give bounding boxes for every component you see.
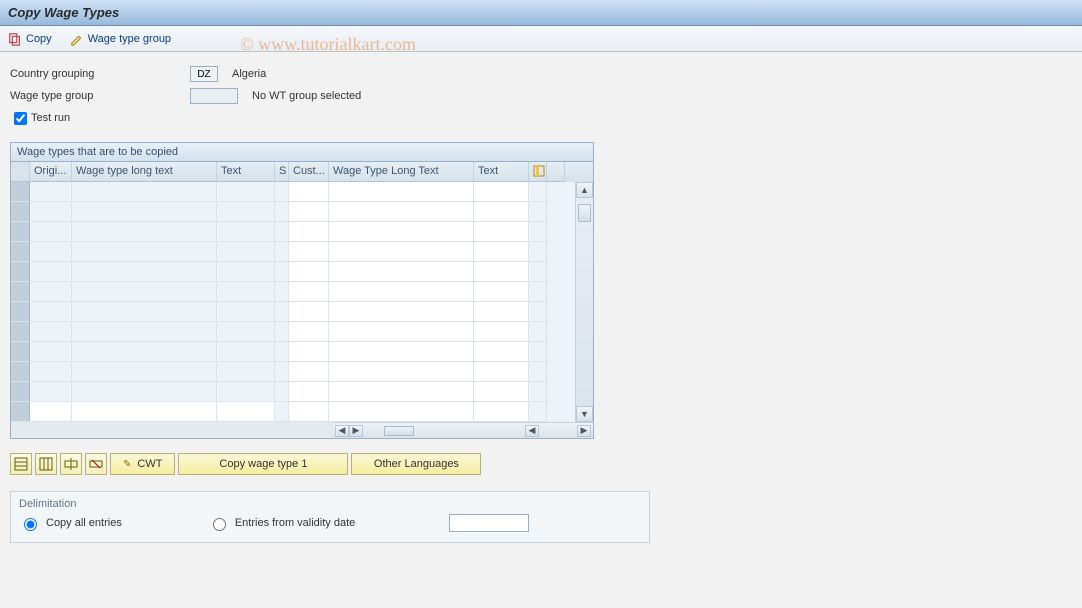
copy-label: Copy <box>26 33 52 45</box>
table-row[interactable] <box>11 222 575 242</box>
validity-date-input[interactable] <box>449 514 529 532</box>
hscroll-thumb[interactable] <box>384 426 414 436</box>
table-row[interactable] <box>11 282 575 302</box>
vertical-scrollbar[interactable]: ▲ ▼ <box>575 182 593 422</box>
col-config-icon[interactable] <box>529 162 547 182</box>
grid-header: Origi... Wage type long text Text S Cust… <box>11 162 593 182</box>
page-title: Copy Wage Types <box>8 5 119 20</box>
table-row[interactable] <box>11 382 575 402</box>
col-original[interactable]: Origi... <box>30 162 72 182</box>
vscroll-header-gap <box>547 162 565 182</box>
col-text2[interactable]: Text <box>474 162 529 182</box>
table-row[interactable] <box>11 262 575 282</box>
table-row[interactable] <box>11 302 575 322</box>
scroll-thumb[interactable] <box>578 204 591 222</box>
copy-all-label: Copy all entries <box>46 517 122 529</box>
entries-from-date-radio[interactable] <box>213 518 226 531</box>
table-row[interactable] <box>11 322 575 342</box>
application-toolbar: Copy Wage type group <box>0 26 1082 52</box>
grid-icon <box>14 457 28 471</box>
row-delete-icon <box>89 457 103 471</box>
entries-from-date-label: Entries from validity date <box>235 517 355 529</box>
scroll-right-icon[interactable]: ▶ <box>577 425 591 437</box>
row-insert-icon <box>64 457 78 471</box>
test-run-checkbox[interactable] <box>14 112 27 125</box>
wtg-label: Wage type group <box>88 33 171 45</box>
action-button-row: ✎ CWT Copy wage type 1 Other Languages <box>10 453 1072 475</box>
table-row[interactable] <box>11 362 575 382</box>
pencil-icon: ✎ <box>123 459 131 470</box>
col-s[interactable]: S <box>275 162 289 182</box>
delete-row-button[interactable] <box>85 453 107 475</box>
table-row[interactable] <box>11 242 575 262</box>
scroll-left-icon[interactable]: ◀ <box>335 425 349 437</box>
col-cust[interactable]: Cust... <box>289 162 329 182</box>
horizontal-scrollbar-left[interactable]: ◀ ▶ <box>333 422 523 438</box>
grid-rows <box>11 182 575 422</box>
table-settings-icon <box>533 165 545 177</box>
scroll-right-icon[interactable]: ▶ <box>349 425 363 437</box>
copy-wage-type-1-button[interactable]: Copy wage type 1 <box>178 453 348 475</box>
insert-row-button[interactable] <box>60 453 82 475</box>
copy-wt1-label: Copy wage type 1 <box>219 458 307 470</box>
country-grouping-text: Algeria <box>232 68 266 80</box>
country-grouping-label: Country grouping <box>10 68 190 80</box>
cwt-button[interactable]: ✎ CWT <box>110 453 175 475</box>
wage-type-group-text: No WT group selected <box>252 90 361 102</box>
other-languages-button[interactable]: Other Languages <box>351 453 481 475</box>
table-row[interactable] <box>11 202 575 222</box>
scroll-up-icon[interactable]: ▲ <box>576 182 593 198</box>
scroll-left-icon[interactable]: ◀ <box>525 425 539 437</box>
country-grouping-input[interactable] <box>190 66 218 82</box>
copy-icon <box>8 32 22 46</box>
deselect-all-button[interactable] <box>35 453 57 475</box>
delimitation-group: Delimitation Copy all entries Entries fr… <box>10 491 650 543</box>
table-row[interactable] <box>11 402 575 422</box>
wage-type-group-button[interactable]: Wage type group <box>70 32 171 46</box>
col-row-selector <box>11 162 30 182</box>
cwt-label: CWT <box>137 458 162 470</box>
copy-all-radio[interactable] <box>24 518 37 531</box>
scroll-down-icon[interactable]: ▼ <box>576 406 593 422</box>
horizontal-scrollbar-right[interactable]: ◀ ▶ <box>523 422 593 438</box>
copy-button[interactable]: Copy <box>8 32 52 46</box>
wage-type-group-label: Wage type group <box>10 90 190 102</box>
grid-alt-icon <box>39 457 53 471</box>
col-wtlong1[interactable]: Wage type long text <box>72 162 217 182</box>
table-row[interactable] <box>11 342 575 362</box>
col-text1[interactable]: Text <box>217 162 275 182</box>
wage-type-group-input[interactable] <box>190 88 238 104</box>
other-lang-label: Other Languages <box>374 458 459 470</box>
col-wtlong2[interactable]: Wage Type Long Text <box>329 162 474 182</box>
delimitation-legend: Delimitation <box>19 498 641 510</box>
table-row[interactable] <box>11 182 575 202</box>
pencil-icon <box>70 32 84 46</box>
select-all-button[interactable] <box>10 453 32 475</box>
grid-title: Wage types that are to be copied <box>11 143 593 162</box>
test-run-label: Test run <box>31 112 70 124</box>
wage-types-grid: Wage types that are to be copied Origi..… <box>10 142 594 439</box>
